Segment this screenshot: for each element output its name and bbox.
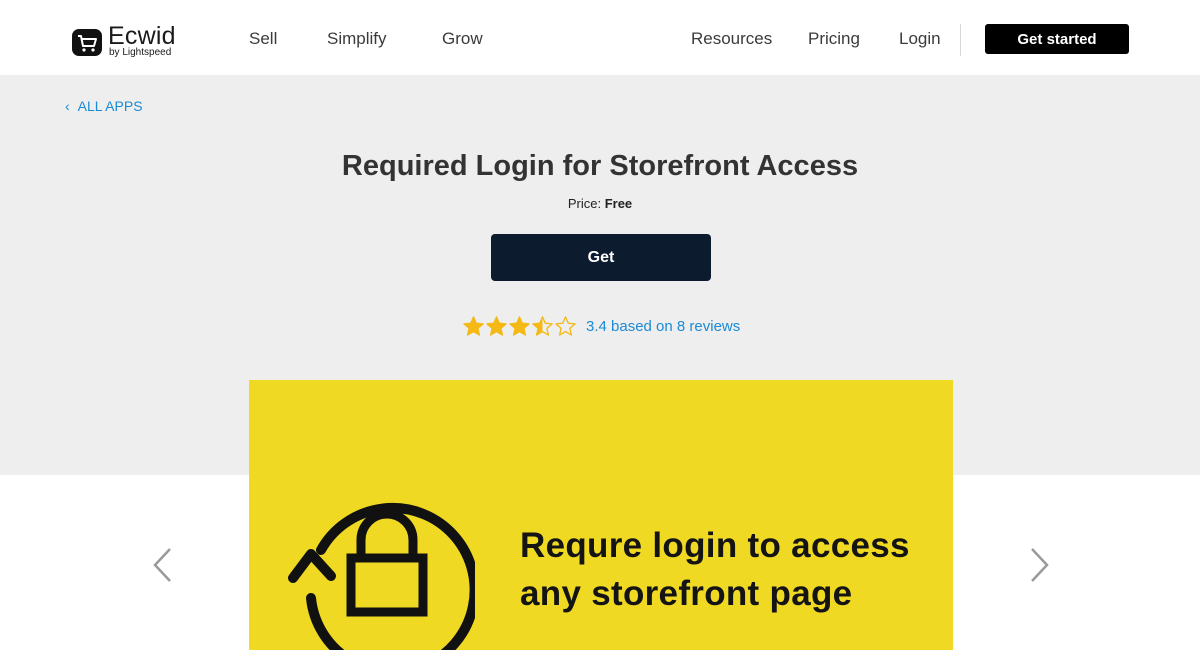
rating-text[interactable]: 3.4 based on 8 reviews [586, 318, 740, 335]
star-icon [509, 316, 530, 336]
nav-login[interactable]: Login [899, 28, 941, 50]
price-line: Price: Free [0, 196, 1200, 211]
nav-pricing[interactable]: Pricing [808, 28, 860, 50]
banner-headline: Requre login to access any storefront pa… [520, 522, 910, 618]
all-apps-link[interactable]: ‹ ALL APPS [65, 98, 143, 114]
star-icon [555, 316, 576, 336]
star-icon [463, 316, 484, 336]
price-label: Price: [567, 196, 602, 211]
site-header: Ecwid by Lightspeed Sell Simplify Grow R… [0, 0, 1200, 75]
logo-name: Ecwid [108, 22, 176, 50]
rating[interactable]: 3.4 based on 8 reviews [462, 314, 740, 338]
app-banner: Requre login to access any storefront pa… [249, 380, 953, 650]
star-icon [532, 316, 553, 336]
price-value: Free [604, 196, 633, 211]
star-icon [486, 316, 507, 336]
banner-line-1: Requre login to access [520, 526, 910, 565]
nav-resources[interactable]: Resources [691, 28, 772, 50]
nav-grow[interactable]: Grow [442, 28, 483, 50]
nav-sell[interactable]: Sell [249, 28, 277, 50]
shopping-cart-logo-icon [72, 29, 102, 56]
nav-divider [960, 24, 961, 56]
logo-text: Ecwid by Lightspeed [108, 24, 176, 58]
chevron-left-icon[interactable] [150, 545, 174, 585]
all-apps-label: ALL APPS [77, 98, 143, 114]
get-app-button[interactable]: Get [491, 234, 711, 281]
app-title: Required Login for Storefront Access [341, 150, 859, 182]
lock-refresh-icon [288, 503, 475, 650]
rating-stars [462, 315, 577, 337]
nav-simplify[interactable]: Simplify [327, 28, 387, 50]
ecwid-logo[interactable]: Ecwid by Lightspeed [71, 24, 176, 60]
banner-line-2: any storefront page [520, 574, 853, 613]
logo-subtitle: by Lightspeed [109, 47, 172, 58]
get-started-button[interactable]: Get started [985, 24, 1129, 54]
chevron-left-icon: ‹ [65, 98, 70, 114]
chevron-right-icon[interactable] [1028, 545, 1052, 585]
